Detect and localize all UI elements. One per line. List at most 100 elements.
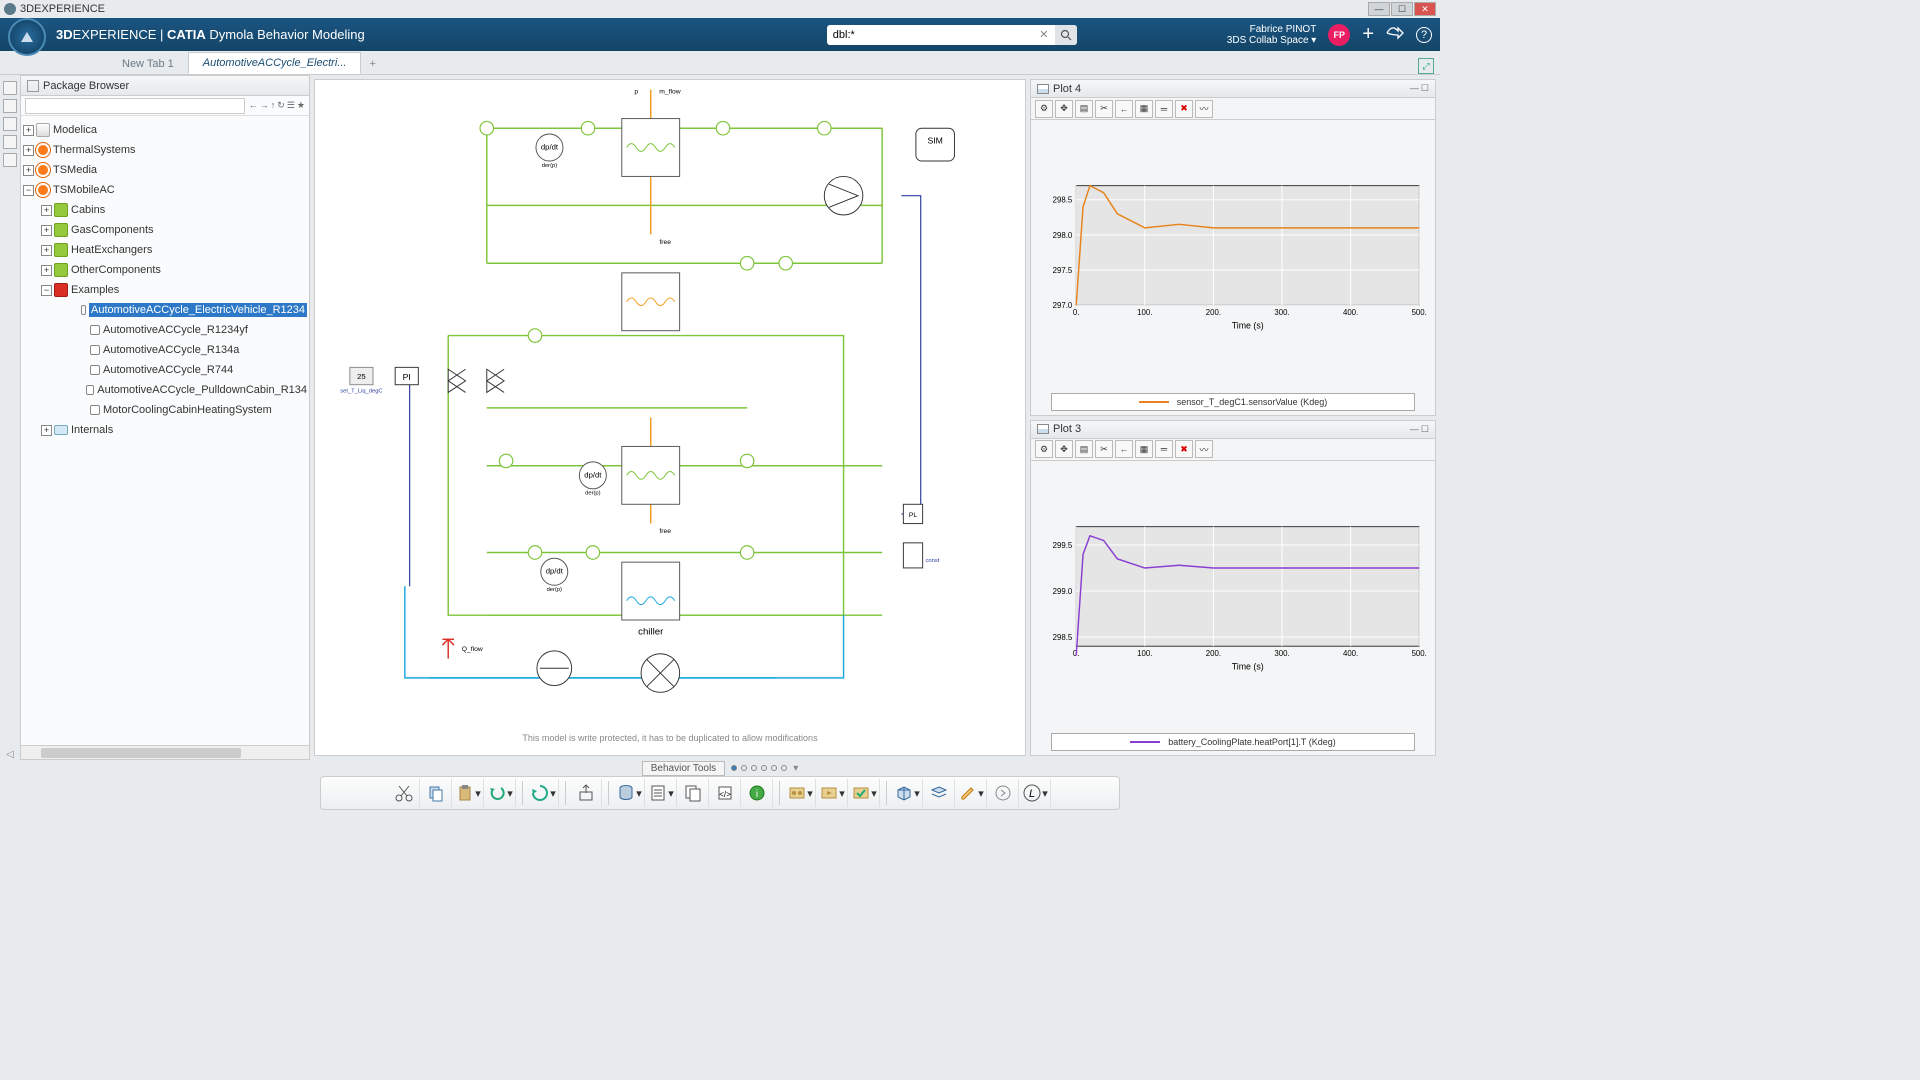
search-input[interactable] (827, 29, 1033, 41)
back-icon[interactable]: ← (249, 100, 258, 111)
database-button[interactable]: ▾ (615, 779, 645, 807)
ptb-cfg[interactable]: ⚙ (1035, 440, 1053, 458)
ptb-zoom[interactable]: ▤ (1075, 100, 1093, 118)
tree-ex1[interactable]: AutomotiveACCycle_ElectricVehicle_R1234 (23, 300, 307, 320)
lt-btn3[interactable] (3, 117, 17, 131)
plot4-min-icon[interactable]: — (1410, 83, 1419, 94)
tree-internals[interactable]: +Internals (23, 420, 307, 440)
library-button[interactable]: L▾ (1021, 779, 1051, 807)
ptb-cut[interactable]: ✂ (1095, 100, 1113, 118)
ptb-zoom[interactable]: ▤ (1075, 440, 1093, 458)
avatar[interactable]: FP (1328, 24, 1350, 46)
ptb-move[interactable]: ✥ (1055, 100, 1073, 118)
paste-button[interactable]: ▾ (454, 779, 484, 807)
filter-icon[interactable]: ☰ (287, 100, 295, 111)
tree-cabins[interactable]: +Cabins (23, 200, 307, 220)
tab-model[interactable]: AutomotiveACCycle_Electri... (188, 52, 362, 74)
properties-button[interactable]: ▾ (647, 779, 677, 807)
tree-tsmedia[interactable]: +TSMedia (23, 160, 307, 180)
tree-thermalsystems[interactable]: +ThermalSystems (23, 140, 307, 160)
duplicate-button[interactable] (679, 779, 709, 807)
script-button[interactable]: </> (711, 779, 741, 807)
ptb-del[interactable]: ✖ (1175, 440, 1193, 458)
tab-add-icon[interactable]: + (361, 54, 383, 74)
tree-modelica[interactable]: +Modelica (23, 120, 307, 140)
svg-text:500.: 500. (1412, 308, 1427, 317)
fav-icon[interactable]: ★ (297, 100, 305, 111)
clear-search-icon[interactable]: ✕ (1033, 25, 1055, 45)
plot4-close-icon[interactable]: ☐ (1421, 83, 1429, 94)
close-button[interactable]: ✕ (1414, 2, 1436, 16)
edit-button[interactable]: ▾ (957, 779, 987, 807)
refresh-icon[interactable]: ↻ (277, 100, 285, 111)
tree-hscroll[interactable] (21, 745, 309, 759)
ptb-cut[interactable]: ✂ (1095, 440, 1113, 458)
behavior-dropdown-icon[interactable]: ▾ (793, 763, 798, 774)
tree-ex6[interactable]: MotorCoolingCabinHeatingSystem (23, 400, 307, 420)
ptb-back[interactable]: ← (1115, 440, 1133, 458)
tree-ex4[interactable]: AutomotiveACCycle_R744 (23, 360, 307, 380)
tree-ex5[interactable]: AutomotiveACCycle_PulldownCabin_R134 (23, 380, 307, 400)
plot3-close-icon[interactable]: ☐ (1421, 424, 1429, 435)
plot3-min-icon[interactable]: — (1410, 424, 1419, 435)
check-button[interactable]: ▾ (850, 779, 880, 807)
up-icon[interactable]: ↑ (271, 100, 276, 111)
ptb-h[interactable]: ═ (1155, 100, 1173, 118)
undo-button[interactable]: ▾ (486, 779, 516, 807)
package-search-input[interactable] (25, 98, 245, 114)
user-info[interactable]: Fabrice PINOT3DS Collab Space ▾ (1227, 24, 1317, 46)
collapse-icon[interactable]: ◁ (6, 749, 14, 760)
tree-tsmobileac[interactable]: −TSMobileAC (23, 180, 307, 200)
behavior-tools-label[interactable]: Behavior Tools (642, 761, 725, 776)
svg-text:400.: 400. (1343, 649, 1358, 658)
lt-btn1[interactable] (3, 81, 17, 95)
animate-button[interactable]: ▾ (818, 779, 848, 807)
tree-ex3[interactable]: AutomotiveACCycle_R134a (23, 340, 307, 360)
lt-btn2[interactable] (3, 99, 17, 113)
cut-button[interactable] (390, 779, 420, 807)
ptb-sig[interactable]: 〰 (1195, 440, 1213, 458)
lt-btn4[interactable] (3, 135, 17, 149)
search-icon[interactable] (1055, 25, 1077, 45)
export-button[interactable] (572, 779, 602, 807)
ptb-cfg[interactable]: ⚙ (1035, 100, 1053, 118)
tab-new1[interactable]: New Tab 1 (108, 54, 188, 74)
ptb-sig[interactable]: 〰 (1195, 100, 1213, 118)
compass-icon[interactable] (8, 18, 46, 56)
plot3-chart[interactable]: 298.5299.0299.50.100.200.300.400.500.Tim… (1037, 467, 1429, 724)
tree-examples[interactable]: −Examples (23, 280, 307, 300)
ptb-h[interactable]: ═ (1155, 440, 1173, 458)
tree-ex2[interactable]: AutomotiveACCycle_R1234yf (23, 320, 307, 340)
ptb-grid[interactable]: ▦ (1135, 100, 1153, 118)
next-button[interactable] (989, 779, 1019, 807)
add-icon[interactable]: + (1362, 23, 1374, 46)
ptb-move[interactable]: ✥ (1055, 440, 1073, 458)
layers-button[interactable] (925, 779, 955, 807)
plot4-chart[interactable]: 297.0297.5298.0298.50.100.200.300.400.50… (1037, 126, 1429, 383)
svg-text:free: free (659, 239, 671, 246)
minimize-button[interactable]: — (1368, 2, 1390, 16)
svg-text:PL: PL (909, 512, 918, 519)
view3d-button[interactable]: ▾ (893, 779, 923, 807)
svg-text:299.0: 299.0 (1053, 586, 1073, 595)
help-icon[interactable]: ? (1416, 27, 1432, 43)
window-titlebar: 3DEXPERIENCE — ☐ ✕ (0, 0, 1440, 18)
tree-othercomponents[interactable]: +OtherComponents (23, 260, 307, 280)
simulate-button[interactable]: ▾ (786, 779, 816, 807)
ptb-grid[interactable]: ▦ (1135, 440, 1153, 458)
ptb-del[interactable]: ✖ (1175, 100, 1193, 118)
update-button[interactable]: ▾ (529, 779, 559, 807)
tree-gascomponents[interactable]: +GasComponents (23, 220, 307, 240)
ptb-back[interactable]: ← (1115, 100, 1133, 118)
lt-btn5[interactable] (3, 153, 17, 167)
ds-logo-icon (4, 3, 16, 15)
tree-heatexchangers[interactable]: +HeatExchangers (23, 240, 307, 260)
info-button[interactable]: i (743, 779, 773, 807)
diagram-canvas[interactable]: chiller PI 25 set_T_Liq_degC dp/dtder(p)… (314, 79, 1026, 756)
plot3-legend: battery_CoolingPlate.heatPort[1].T (Kdeg… (1051, 733, 1415, 751)
share-icon[interactable] (1386, 26, 1404, 43)
tab-expand-icon[interactable]: ⤢ (1418, 58, 1434, 74)
fwd-icon[interactable]: → (260, 100, 269, 111)
copy-button[interactable] (422, 779, 452, 807)
maximize-button[interactable]: ☐ (1391, 2, 1413, 16)
